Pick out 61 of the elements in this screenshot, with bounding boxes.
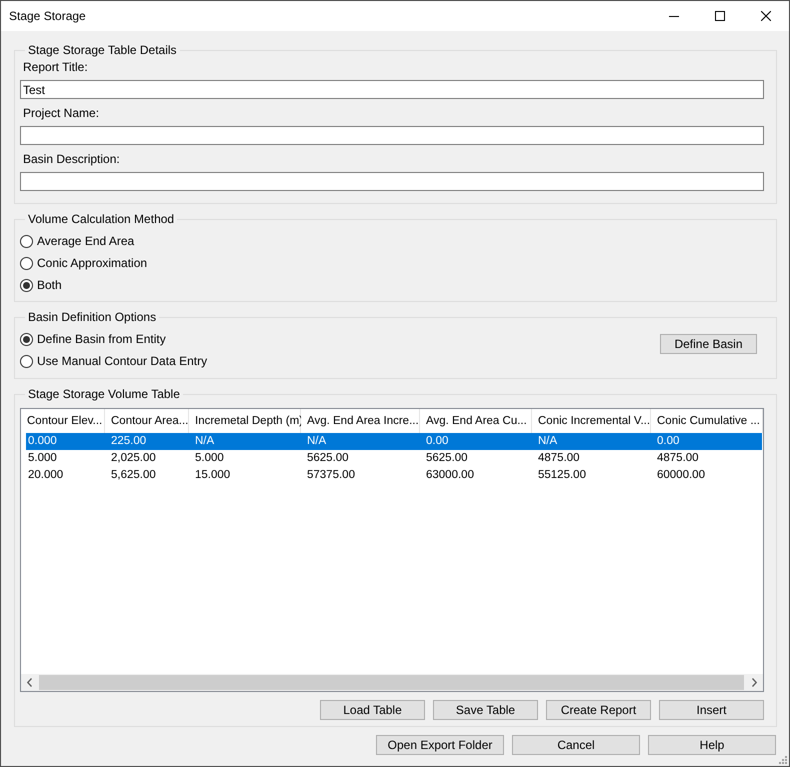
dialog-button[interactable]: Cancel: [512, 735, 640, 755]
table-cell-text: 2,025.00: [110, 451, 157, 466]
define-basin-button[interactable]: Define Basin: [660, 334, 757, 354]
field-label: Report Title:: [23, 60, 88, 74]
table-row[interactable]: 5.000 2,025.00 5.000 5625.00 5625.00 4875.00 4875.00: [26, 450, 762, 467]
dialog-button[interactable]: Help: [648, 735, 776, 755]
table-cell-text: 57375.00: [306, 468, 356, 483]
dialog-button[interactable]: Open Export Folder: [376, 735, 504, 755]
table-cell-text: 5625.00: [306, 451, 350, 466]
table-cell-text: 15.000: [194, 468, 232, 483]
table-action-button[interactable]: Load Table: [320, 700, 425, 720]
radio-button[interactable]: [20, 354, 33, 368]
table-cell-text: 60000.00: [656, 468, 706, 483]
option-label: Use Manual Contour Data Entry: [37, 354, 208, 368]
table-cell-text: 5625.00: [425, 451, 469, 466]
option-label: Define Basin from Entity: [37, 332, 166, 346]
table-cell-text: 5,625.00: [110, 468, 157, 483]
table-action-button[interactable]: Create Report: [546, 700, 651, 720]
text-field[interactable]: Test: [20, 80, 764, 99]
column-header[interactable]: Avg. End Area Incre...: [301, 409, 420, 433]
option-label: Conic Approximation: [37, 256, 148, 270]
radio-button[interactable]: [20, 234, 33, 248]
option-label: Both: [37, 278, 62, 292]
scrollbar-thumb[interactable]: [39, 675, 744, 690]
table-cell-text: 5.000: [27, 451, 58, 466]
horizontal-scrollbar[interactable]: [21, 674, 763, 691]
close-icon: [761, 11, 771, 21]
table-row[interactable]: 20.000 5,625.00 15.000 57375.00 63000.00 55125.00 60000.00: [26, 467, 762, 484]
table-cell-text: N/A: [306, 434, 328, 449]
text-field[interactable]: [20, 172, 764, 191]
field-label: Basin Description:: [23, 152, 120, 166]
chevron-right-icon[interactable]: [752, 678, 757, 687]
group-title: Basin Definition Options: [27, 310, 158, 324]
table-cell-text: 4875.00: [656, 451, 700, 466]
table-cell-text: 20.000: [27, 468, 64, 483]
table-cell-text: 5.000: [194, 451, 225, 466]
table-cell-text: 225.00: [110, 434, 148, 449]
table-action-button[interactable]: Insert: [659, 700, 764, 720]
chevron-left-icon[interactable]: [27, 678, 32, 687]
table-cell-text: 0.000: [27, 434, 58, 449]
table-action-button[interactable]: Save Table: [433, 700, 538, 720]
table-cell-text: N/A: [194, 434, 216, 449]
table-cell-text: 0.00: [425, 434, 450, 449]
window-title: Stage Storage: [9, 9, 86, 23]
maximize-icon: [715, 11, 725, 21]
group-title: Stage Storage Table Details: [27, 43, 178, 57]
table-cell-text: N/A: [537, 434, 558, 449]
group-title: Volume Calculation Method: [27, 212, 176, 226]
table-row[interactable]: 0.000 225.00 N/A N/A 0.00 N/A 0.00: [26, 433, 762, 450]
table-cell-text: 63000.00: [425, 468, 475, 483]
table-cell-text: 4875.00: [537, 451, 581, 466]
group-title: Stage Storage Volume Table: [27, 387, 181, 401]
option-label: Average End Area: [37, 234, 134, 248]
radio-button[interactable]: [20, 256, 33, 270]
text-field[interactable]: [20, 126, 764, 145]
radio-button[interactable]: [20, 332, 33, 346]
table-cell-text: 55125.00: [537, 468, 587, 483]
table-cell-text: 0.00: [656, 434, 680, 449]
radio-button[interactable]: [20, 278, 33, 292]
resize-grip-icon[interactable]: [779, 756, 787, 764]
field-label: Project Name:: [23, 106, 100, 120]
